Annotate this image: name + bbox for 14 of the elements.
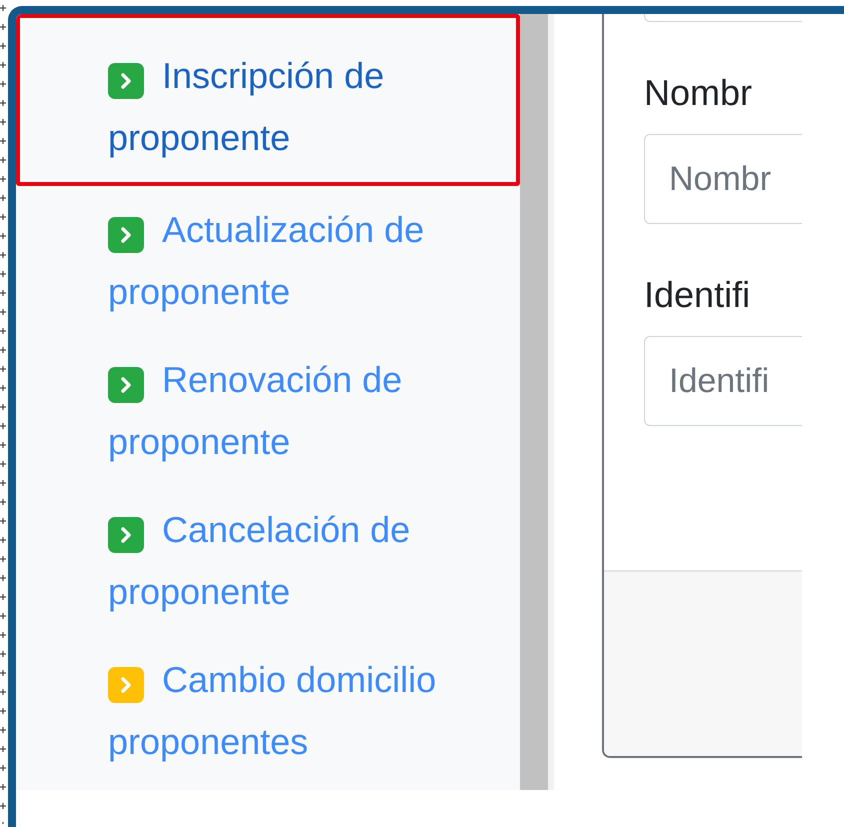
chevron-icon xyxy=(108,367,144,403)
sidebar-link[interactable]: Cancelación de proponente xyxy=(16,486,520,636)
chevron-icon xyxy=(108,63,144,99)
chevron-icon xyxy=(108,517,144,553)
sidebar-link[interactable]: Cambio domicilio proponentes xyxy=(16,636,520,786)
sidebar-link[interactable]: Inscripción de proponente xyxy=(16,14,520,186)
chevron-icon xyxy=(108,217,144,253)
field-label: Nombr xyxy=(644,71,754,115)
chevron-icon xyxy=(108,667,144,703)
field-label: Identifi xyxy=(644,273,752,317)
input-field[interactable]: Nombr xyxy=(644,134,802,224)
input-field[interactable]: Identifi xyxy=(644,336,802,426)
sidebar-link[interactable]: Renovación de proponente xyxy=(16,336,520,486)
sidebar-link[interactable]: Actualización de proponente xyxy=(16,186,520,336)
